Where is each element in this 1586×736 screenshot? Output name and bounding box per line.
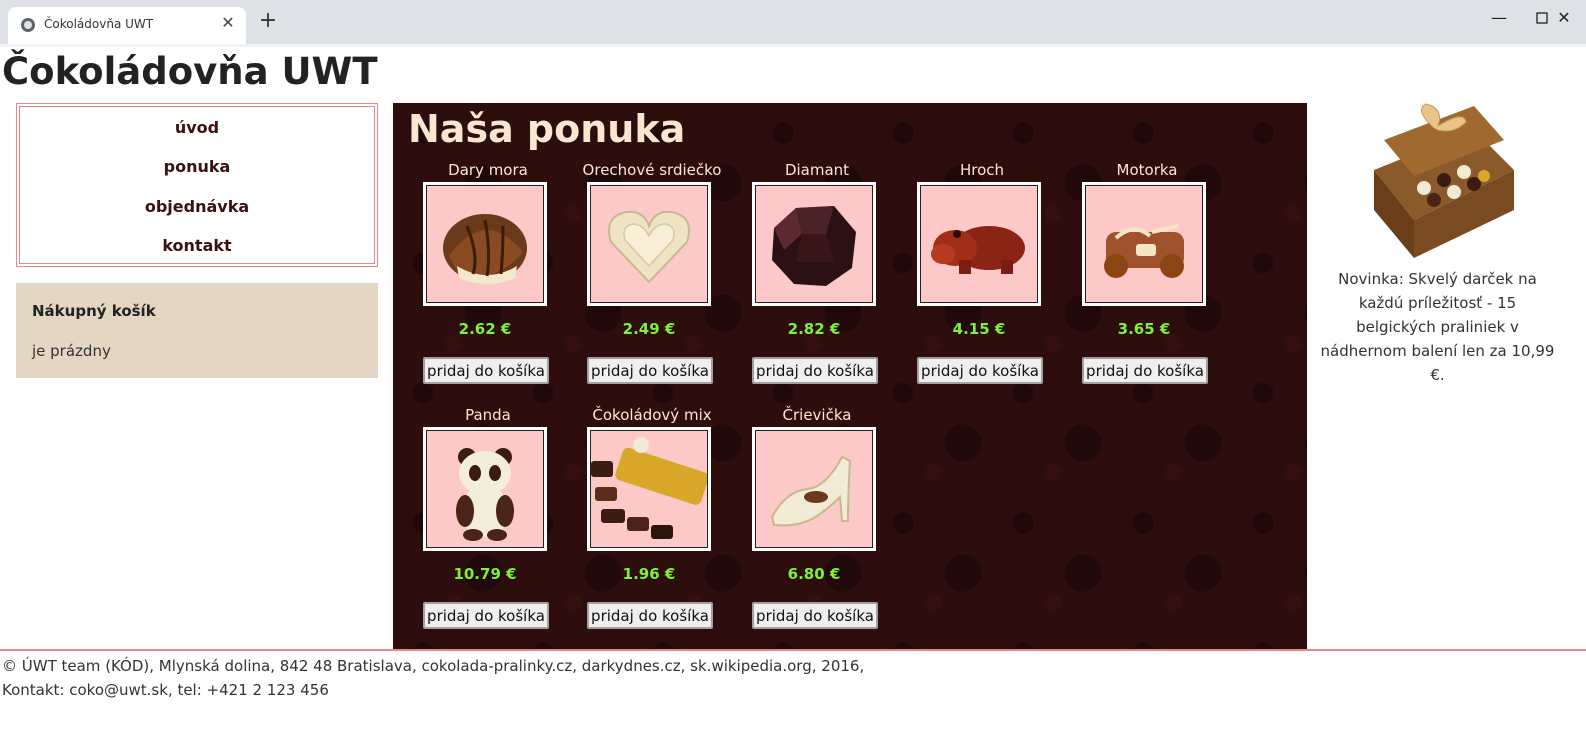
product-price: 1.96 € bbox=[622, 565, 676, 583]
product-image-frame bbox=[917, 182, 1041, 306]
product-price: 2.62 € bbox=[458, 320, 512, 338]
product-image-frame bbox=[752, 427, 876, 551]
panda-chocolate-icon bbox=[426, 430, 544, 548]
product-price: 3.65 € bbox=[1117, 320, 1171, 338]
add-to-cart-button[interactable]: pridaj do košíka bbox=[587, 602, 713, 629]
add-to-cart-button[interactable]: pridaj do košíka bbox=[587, 357, 713, 384]
motorbike-chocolate-icon bbox=[1085, 185, 1203, 303]
site-footer: © ÚWT team (KÓD), Mlynská dolina, 842 48… bbox=[0, 649, 1586, 699]
shopping-cart: Nákupný košík je prázdny bbox=[16, 283, 378, 378]
minimize-icon[interactable]: — bbox=[1477, 4, 1521, 32]
new-tab-button[interactable]: + bbox=[256, 10, 280, 34]
product-name: Črievička bbox=[782, 406, 852, 424]
product-image-frame bbox=[1082, 182, 1206, 306]
product-image-frame bbox=[423, 182, 547, 306]
nav-item-ponuka[interactable]: ponuka bbox=[17, 157, 377, 176]
nav-item-kontakt[interactable]: kontakt bbox=[17, 236, 377, 255]
footer-contact: Kontakt: coko@uwt.sk, tel: +421 2 123 45… bbox=[2, 681, 329, 699]
product-price: 2.49 € bbox=[622, 320, 676, 338]
window-close-icon[interactable]: ✕ bbox=[1542, 4, 1586, 32]
chocolate-mix-icon bbox=[590, 430, 708, 548]
site-title: Čokoládovňa UWT bbox=[2, 50, 378, 93]
hippo-chocolate-icon bbox=[920, 185, 1038, 303]
chocolate-gift-box-icon bbox=[1354, 100, 1520, 266]
add-to-cart-button[interactable]: pridaj do košíka bbox=[917, 357, 1043, 384]
main-nav: úvod ponuka objednávka kontakt bbox=[16, 103, 378, 267]
cart-heading: Nákupný košík bbox=[32, 302, 156, 320]
product-name: Orechové srdiečko bbox=[582, 161, 722, 179]
toolbar-divider bbox=[0, 44, 1586, 47]
add-to-cart-button[interactable]: pridaj do košíka bbox=[1082, 357, 1208, 384]
product-name: Panda bbox=[465, 406, 511, 424]
browser-chrome: Čokoládovňa UWT ✕ + — ✕ bbox=[0, 0, 1586, 44]
product-name: Hroch bbox=[959, 161, 1005, 179]
promo-text: Novinka: Skvelý darček na každú príležit… bbox=[1320, 270, 1555, 384]
globe-icon bbox=[21, 18, 35, 32]
shell-praline-icon bbox=[426, 185, 544, 303]
tab-title: Čokoládovňa UWT bbox=[44, 17, 154, 31]
heart-praline-icon bbox=[590, 185, 708, 303]
footer-credits: © ÚWT team (KÓD), Mlynská dolina, 842 48… bbox=[2, 657, 865, 675]
product-name: Dary mora bbox=[448, 161, 528, 179]
product-image-frame bbox=[587, 427, 711, 551]
product-price: 2.82 € bbox=[787, 320, 841, 338]
product-name: Motorka bbox=[1116, 161, 1178, 179]
nav-item-objednavka[interactable]: objednávka bbox=[17, 197, 377, 216]
offer-heading: Naša ponuka bbox=[408, 107, 686, 151]
product-image-frame bbox=[423, 427, 547, 551]
add-to-cart-button[interactable]: pridaj do košíka bbox=[423, 602, 549, 629]
product-image-frame bbox=[752, 182, 876, 306]
add-to-cart-button[interactable]: pridaj do košíka bbox=[752, 602, 878, 629]
browser-tab[interactable]: Čokoládovňa UWT ✕ bbox=[8, 7, 246, 44]
product-name: Čokoládový mix bbox=[592, 406, 712, 424]
tab-close-icon[interactable]: ✕ bbox=[218, 13, 238, 33]
diamond-praline-icon bbox=[755, 185, 873, 303]
cart-status: je prázdny bbox=[32, 342, 111, 360]
nav-item-uvod[interactable]: úvod bbox=[17, 118, 377, 137]
product-image-frame bbox=[587, 182, 711, 306]
shoe-chocolate-icon bbox=[755, 430, 873, 548]
product-name: Diamant bbox=[784, 161, 850, 179]
product-price: 4.15 € bbox=[952, 320, 1006, 338]
add-to-cart-button[interactable]: pridaj do košíka bbox=[423, 357, 549, 384]
product-price: 6.80 € bbox=[787, 565, 841, 583]
add-to-cart-button[interactable]: pridaj do košíka bbox=[752, 357, 878, 384]
product-price: 10.79 € bbox=[453, 565, 517, 583]
offer-section: Naša ponuka Dary mora 2.62 € pridaj do k… bbox=[393, 103, 1307, 649]
